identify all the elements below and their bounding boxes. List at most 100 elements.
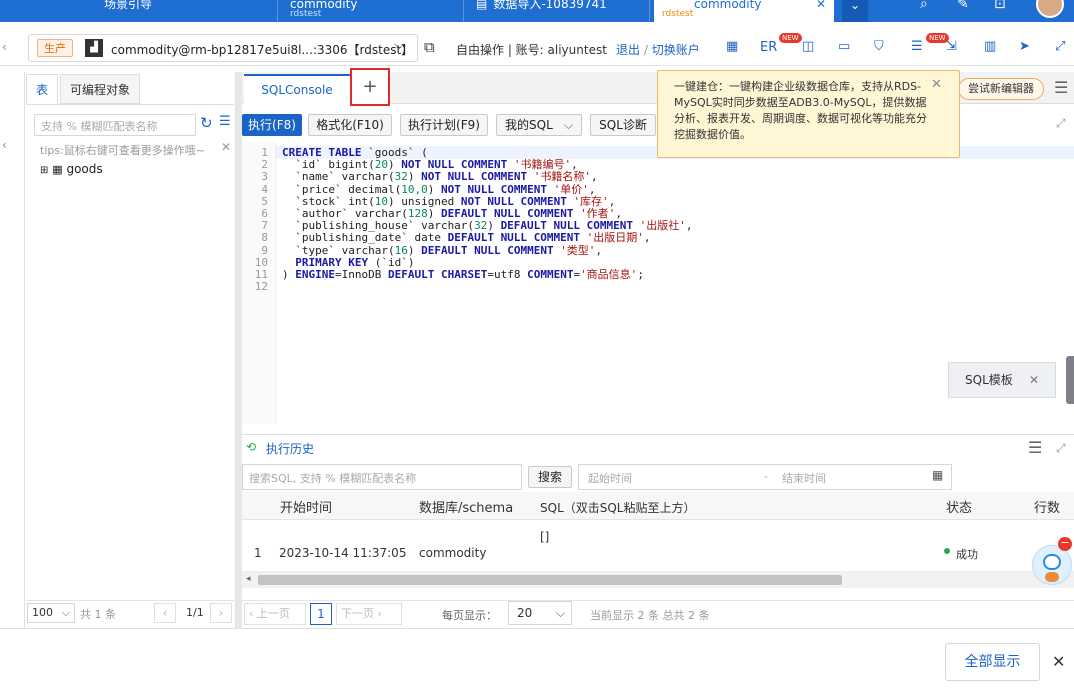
side-handle[interactable] [1066,356,1074,404]
row-index: 1 [254,546,262,560]
table-icon[interactable]: ▦ [726,40,738,54]
per-page-label: 每页显示： [442,609,497,622]
edit-icon[interactable]: ✎ [957,0,969,12]
per-page-value: 20 [517,606,533,620]
close-icon[interactable]: ✕ [1029,363,1039,397]
divider [26,104,234,105]
next-label: 下一页 [341,607,374,620]
explain-button[interactable]: 执行计划(F9) [400,114,488,136]
refresh-icon[interactable]: ↻ [200,114,213,132]
book-icon[interactable]: ▥ [984,40,996,54]
tab-tables[interactable]: 表 [26,74,58,104]
status-dot [944,548,950,554]
chevron-down-icon: ⌵ [61,606,70,619]
row-db: commodity [419,546,487,560]
list-icon[interactable]: ☰ [911,40,923,54]
tab-data-import[interactable]: ▤ 数据导入-10839741 [468,0,650,22]
line-number: 12 [254,280,268,294]
close-icon[interactable]: ✕ [221,140,231,154]
tab-commodity-1[interactable]: commodity rdstest [282,0,464,22]
bot-face [1043,554,1061,570]
tab-commodity-active[interactable]: commodity rdstest ✕ [654,0,834,22]
diagram-icon[interactable]: ◫ [802,40,814,54]
page-number-button[interactable]: 1 [310,603,332,625]
connection-selector[interactable]: 生产 ▟ commodity@rm-bp12817e5ui8l...:3306【… [28,34,418,62]
shield-icon[interactable]: ⛉ [874,40,884,54]
scrollbar-thumb[interactable] [258,575,842,585]
my-sql-dropdown[interactable]: 我的SQL ⌵ [496,114,582,136]
add-tab-button[interactable]: + [350,68,390,106]
row-start-time: 2023-10-14 11:37:05 [279,546,407,560]
collapse-left-icon[interactable]: ‹ [2,40,7,54]
close-icon[interactable]: ✕ [931,77,942,92]
start-time-placeholder[interactable]: 起始时间 [588,470,632,486]
assistant-bot-icon[interactable] [1032,545,1072,585]
scroll-left-icon[interactable]: ◂ [246,574,251,584]
menu-icon[interactable]: ☰ [1028,438,1042,457]
expand-icon[interactable]: ⊞ [40,165,48,176]
expand-icon[interactable]: ⤢ [1056,116,1066,131]
expand-icon[interactable]: ⤢ [1056,441,1066,456]
minus-icon[interactable]: − [1058,537,1072,551]
tab-scene-guide[interactable]: 场景引导 [96,0,278,22]
history-search-input[interactable]: 搜索SQL, 支持 % 模糊匹配表名称 [242,464,522,490]
column-header-db: 数据库/schema [419,501,514,516]
next-page-button[interactable]: › [210,603,232,623]
er-button[interactable]: ER [760,40,777,55]
tab-sqlconsole[interactable]: SQLConsole [244,74,350,104]
chevron-down-icon[interactable]: ⌄ [842,0,868,22]
tree-item-goods[interactable]: ⊞ ▦ goods [40,162,103,176]
tips-text: tips:鼠标右键可查看更多操作哦~ [40,144,206,157]
tab-sub: rdstest [290,9,322,19]
table-row[interactable]: 1 2023-10-14 11:37:05 commodity [] 成功 [242,520,1074,572]
collapse-left-icon-2[interactable]: ‹ [2,138,7,152]
show-all-button[interactable]: 全部显示 [945,643,1040,681]
prev-page-button[interactable]: ‹ 上一页 [244,603,306,625]
history-title[interactable]: 执行历史 [266,440,314,457]
line-number: 9 [261,243,268,257]
tab-programmable[interactable]: 可编程对象 [60,74,140,104]
prev-page-button[interactable]: ‹ [154,603,176,623]
row-status: 成功 [956,548,978,561]
page-size-value: 100 [32,606,53,619]
send-icon[interactable]: ➤ [1019,40,1030,54]
close-icon[interactable]: ✕ [1052,652,1065,671]
switch-account-label: 切换账户 [651,43,700,57]
menu-icon[interactable]: ☰ [219,114,231,129]
search-icon[interactable]: ⌕ [920,0,928,12]
column-header-status: 状态 [946,501,973,516]
prev-label: 上一页 [256,607,290,620]
column-header-sql: SQL（双击SQL粘贴至上方） [540,501,696,515]
bot-body [1045,572,1059,582]
monitor-icon[interactable]: ▭ [838,40,850,54]
row-sql[interactable]: [] [540,530,549,544]
menu-icon[interactable]: ☰ [1054,78,1068,97]
format-button[interactable]: 格式化(F10) [308,114,392,136]
logout-link[interactable]: 退出 / 切换账户 [616,41,700,58]
sql-diagnose-button[interactable]: SQL诊断 [590,114,656,136]
next-page-button[interactable]: 下一页 › [336,603,402,625]
fullscreen-icon[interactable]: ⤢ [1055,40,1065,54]
connection-string: commodity@rm-bp12817e5ui8l...:3306【rdste… [111,43,414,57]
calendar-icon[interactable]: ▦ [932,468,943,482]
export-icon[interactable]: ⇲ [946,40,957,54]
per-page-select[interactable]: 20 ⌵ [508,601,572,625]
history-search-button[interactable]: 搜索 [528,466,572,488]
tab-sub: rdstest [662,9,694,19]
table-search-input[interactable]: 支持 % 模糊匹配表名称 [34,114,196,136]
footer-bar [0,628,1074,694]
chevron-down-icon: ⌵ [555,606,565,620]
end-time-placeholder[interactable]: 结束时间 [782,470,826,486]
help-icon[interactable]: ⊡ [994,0,1006,12]
logout-label: 退出 [616,43,641,57]
copy-icon[interactable]: ⧉ [424,38,435,56]
table-icon: ▦ [52,163,63,176]
sql-template-button[interactable]: SQL模板 ✕ [948,362,1056,398]
promo-tooltip: 一键建仓：一键构建企业级数据仓库，支持从RDS-MySQL实时同步数据至ADB3… [657,70,960,158]
close-icon[interactable]: ✕ [816,0,826,10]
try-new-editor-button[interactable]: 尝试新编辑器 [958,78,1044,100]
document-icon: ▤ [476,0,488,11]
execute-button[interactable]: 执行(F8) [242,114,302,136]
page-size-select[interactable]: 100 ⌵ [27,603,75,623]
avatar[interactable] [1036,0,1064,18]
